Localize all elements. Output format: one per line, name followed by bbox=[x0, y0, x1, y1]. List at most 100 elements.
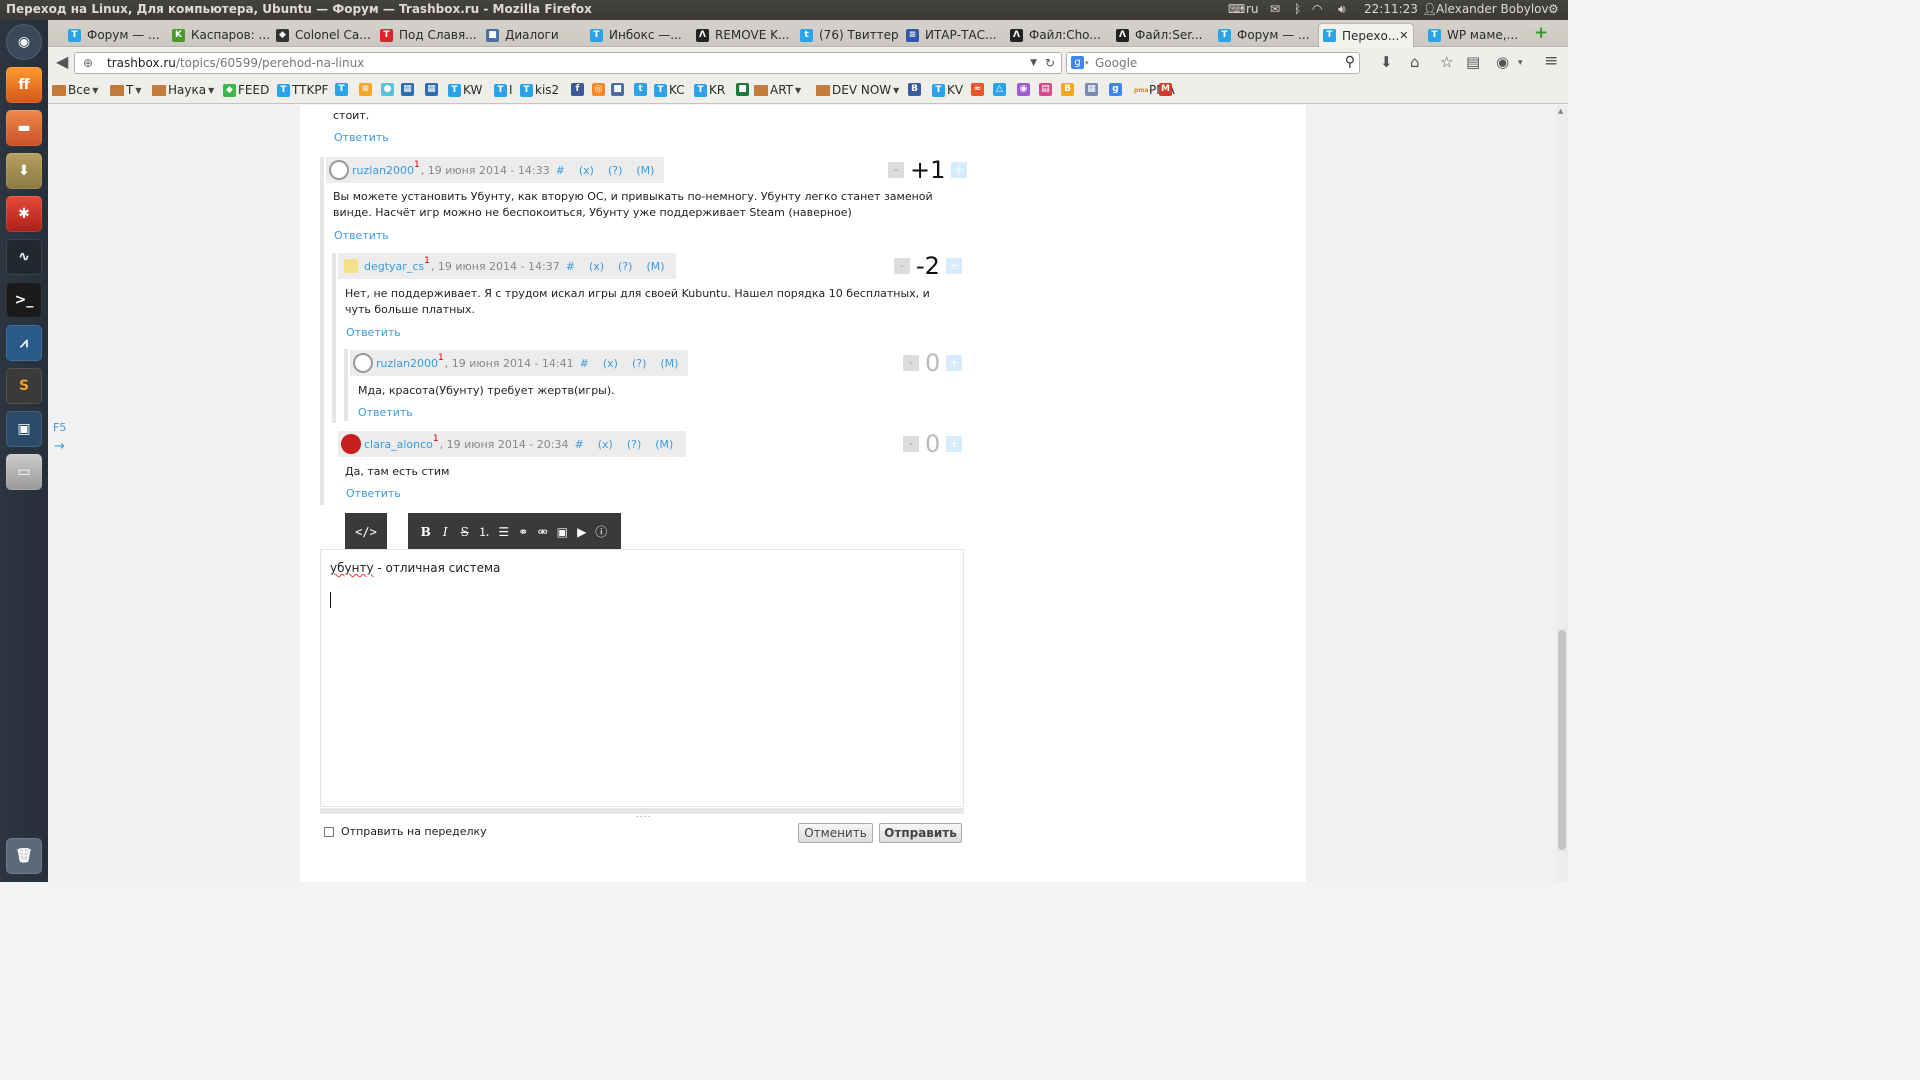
bookmark-item-24[interactable]: ≈ bbox=[971, 83, 986, 96]
bookmark-item-26[interactable]: ◉ bbox=[1017, 83, 1032, 96]
cancel-button[interactable]: Отменить bbox=[798, 823, 873, 843]
reply-link[interactable]: Ответить bbox=[346, 487, 401, 500]
bookmark-art[interactable]: ART ▼ bbox=[754, 83, 801, 97]
bookmark-item-29[interactable]: ▦ bbox=[1085, 83, 1100, 96]
page-scrollbar[interactable]: ▲ bbox=[1556, 105, 1568, 882]
volume-icon[interactable]: 🔊︎ bbox=[1338, 2, 1346, 17]
search-icon[interactable]: ⚲ bbox=[1345, 52, 1355, 72]
workspace-switcher-icon[interactable]: ▣ bbox=[6, 411, 42, 447]
unlink-icon[interactable]: ⚮ bbox=[533, 525, 553, 539]
bookmark-item-14[interactable]: ◎ bbox=[592, 83, 607, 96]
comment-author[interactable]: ruzlan2000 bbox=[352, 164, 414, 177]
reading-list-icon[interactable]: ▤ bbox=[1466, 53, 1480, 71]
reply-link[interactable]: Ответить bbox=[346, 326, 401, 339]
wifi-icon[interactable]: ◠ bbox=[1312, 2, 1322, 16]
code-mode-button[interactable]: </> bbox=[345, 513, 387, 550]
tab-2[interactable]: ◆ Colonel Ca... bbox=[272, 23, 390, 47]
addon-icon[interactable]: ◉ bbox=[1496, 53, 1509, 71]
vote-up-button[interactable]: + bbox=[946, 436, 963, 452]
url-bar[interactable]: ⊕ trashbox.ru/topics/60599/perehod-na-li… bbox=[74, 52, 1062, 74]
bookmark-item-19[interactable]: ■ bbox=[736, 83, 751, 96]
terminal-icon[interactable]: >_ bbox=[6, 282, 42, 318]
tab-12-active[interactable]: T Перехо... ✕ bbox=[1318, 23, 1414, 47]
info-icon[interactable]: ⓘ bbox=[592, 523, 612, 540]
info-link[interactable]: (?) bbox=[608, 164, 622, 177]
comment-author[interactable]: clara_alonco bbox=[364, 438, 433, 451]
avatar[interactable] bbox=[341, 434, 361, 454]
tab-5[interactable]: T Инбокс —... bbox=[586, 23, 704, 47]
menu-icon[interactable]: ≡ bbox=[1544, 51, 1558, 71]
delete-link[interactable]: (x) bbox=[579, 164, 594, 177]
reply-link[interactable]: Ответить bbox=[358, 406, 413, 419]
bookmark-все[interactable]: Все ▼ bbox=[52, 83, 98, 97]
bookmark-star-icon[interactable]: ☆ bbox=[1440, 53, 1453, 71]
bookmark-item-25[interactable]: △ bbox=[993, 83, 1008, 96]
resize-grip[interactable]: .... bbox=[636, 810, 651, 820]
permalink[interactable]: # bbox=[556, 164, 565, 177]
engine-dropdown-icon[interactable]: ▾ bbox=[1085, 53, 1089, 73]
clock[interactable]: 22:11:23 bbox=[1364, 2, 1418, 16]
bookmark-item-16[interactable]: t bbox=[634, 83, 649, 96]
delete-link[interactable]: (x) bbox=[589, 260, 604, 273]
settings-tool-icon[interactable]: ✱ bbox=[6, 196, 42, 232]
vote-down-button[interactable]: - bbox=[903, 355, 919, 371]
tab-10[interactable]: Λ Файл:Ser... bbox=[1112, 23, 1230, 47]
tab-9[interactable]: Λ Файл:Cho... bbox=[1006, 23, 1124, 47]
download-manager-icon[interactable]: ⬇ bbox=[6, 153, 42, 189]
vote-down-button[interactable]: - bbox=[894, 258, 910, 274]
drive-icon[interactable]: ▭ bbox=[6, 454, 42, 490]
activity-monitor-icon[interactable]: ⩘ bbox=[6, 325, 42, 361]
bookmark-item-22[interactable]: B bbox=[908, 83, 923, 96]
rework-option[interactable]: Отправить на переделку bbox=[324, 825, 487, 838]
vote-down-button[interactable]: - bbox=[903, 436, 919, 452]
strikethrough-icon[interactable]: S bbox=[455, 525, 475, 539]
tab-1[interactable]: K Каспаров: ... bbox=[168, 23, 286, 47]
avatar[interactable] bbox=[344, 259, 358, 273]
bold-icon[interactable]: B bbox=[416, 525, 436, 539]
bookmark-kv[interactable]: T KV bbox=[932, 83, 963, 97]
dash-icon[interactable]: ◉ bbox=[6, 24, 42, 60]
url-dropdown-icon[interactable]: ▼ bbox=[1030, 53, 1037, 73]
bookmark-item-13[interactable]: f bbox=[571, 83, 586, 96]
files-icon[interactable]: ▬ bbox=[6, 110, 42, 146]
reply-editor[interactable]: убунту - отличная система bbox=[320, 549, 964, 807]
bookmark-item-5[interactable]: T bbox=[335, 83, 350, 96]
bookmark-item-32[interactable]: M bbox=[1159, 83, 1174, 96]
moderate-link[interactable]: (M) bbox=[655, 438, 673, 451]
bookmark-item-27[interactable]: ▤ bbox=[1039, 83, 1054, 96]
bookmark-kr[interactable]: T KR bbox=[694, 83, 725, 97]
bookmark-dev-now[interactable]: DEV NOW ▼ bbox=[816, 83, 899, 97]
sublime-icon[interactable]: S bbox=[6, 368, 42, 404]
avatar[interactable] bbox=[329, 160, 349, 180]
bookmark-ttkpf[interactable]: T TTKPF bbox=[277, 83, 328, 97]
vote-down-button[interactable]: - bbox=[888, 162, 904, 178]
bookmark-kw[interactable]: T KW bbox=[448, 83, 482, 97]
bookmark-kis2[interactable]: Tkis2 bbox=[520, 83, 559, 97]
comment-author[interactable]: degtyar_cs bbox=[364, 260, 424, 273]
vote-up-button[interactable]: + bbox=[951, 162, 968, 178]
reload-icon[interactable]: ↻ bbox=[1045, 53, 1055, 73]
tab-8[interactable]: ≡ ИТАР-ТАС... bbox=[902, 23, 1020, 47]
bookmark-item-9[interactable]: ▦ bbox=[425, 83, 440, 96]
permalink[interactable]: # bbox=[566, 260, 575, 273]
tab-6[interactable]: Λ REMOVE K... bbox=[692, 23, 810, 47]
keyboard-icon[interactable]: ⌨ bbox=[1228, 2, 1245, 16]
submit-button[interactable]: Отправить bbox=[879, 823, 962, 843]
google-engine-icon[interactable]: g bbox=[1071, 56, 1084, 69]
keyboard-layout[interactable]: ru bbox=[1246, 2, 1259, 16]
trash-icon[interactable]: 🗑︎ bbox=[6, 838, 42, 874]
tab-13[interactable]: T WP маме,... bbox=[1424, 23, 1542, 47]
back-icon[interactable]: ◀ bbox=[56, 52, 68, 71]
bookmark-t[interactable]: T ▼ bbox=[110, 83, 142, 97]
info-link[interactable]: (?) bbox=[632, 357, 646, 370]
bookmark-i[interactable]: TI bbox=[494, 83, 513, 97]
link-icon[interactable]: ⚭ bbox=[514, 525, 534, 539]
vote-up-button[interactable]: + bbox=[946, 355, 963, 371]
delete-link[interactable]: (x) bbox=[598, 438, 613, 451]
reply-link[interactable]: Ответить bbox=[334, 229, 389, 242]
video-icon[interactable]: ▶ bbox=[572, 525, 592, 539]
new-tab-icon[interactable]: + bbox=[1534, 23, 1548, 43]
bookmark-item-7[interactable]: ● bbox=[381, 83, 396, 96]
firefox-icon[interactable]: ff bbox=[6, 67, 42, 103]
addon-dropdown-icon[interactable]: ▾ bbox=[1518, 58, 1523, 68]
